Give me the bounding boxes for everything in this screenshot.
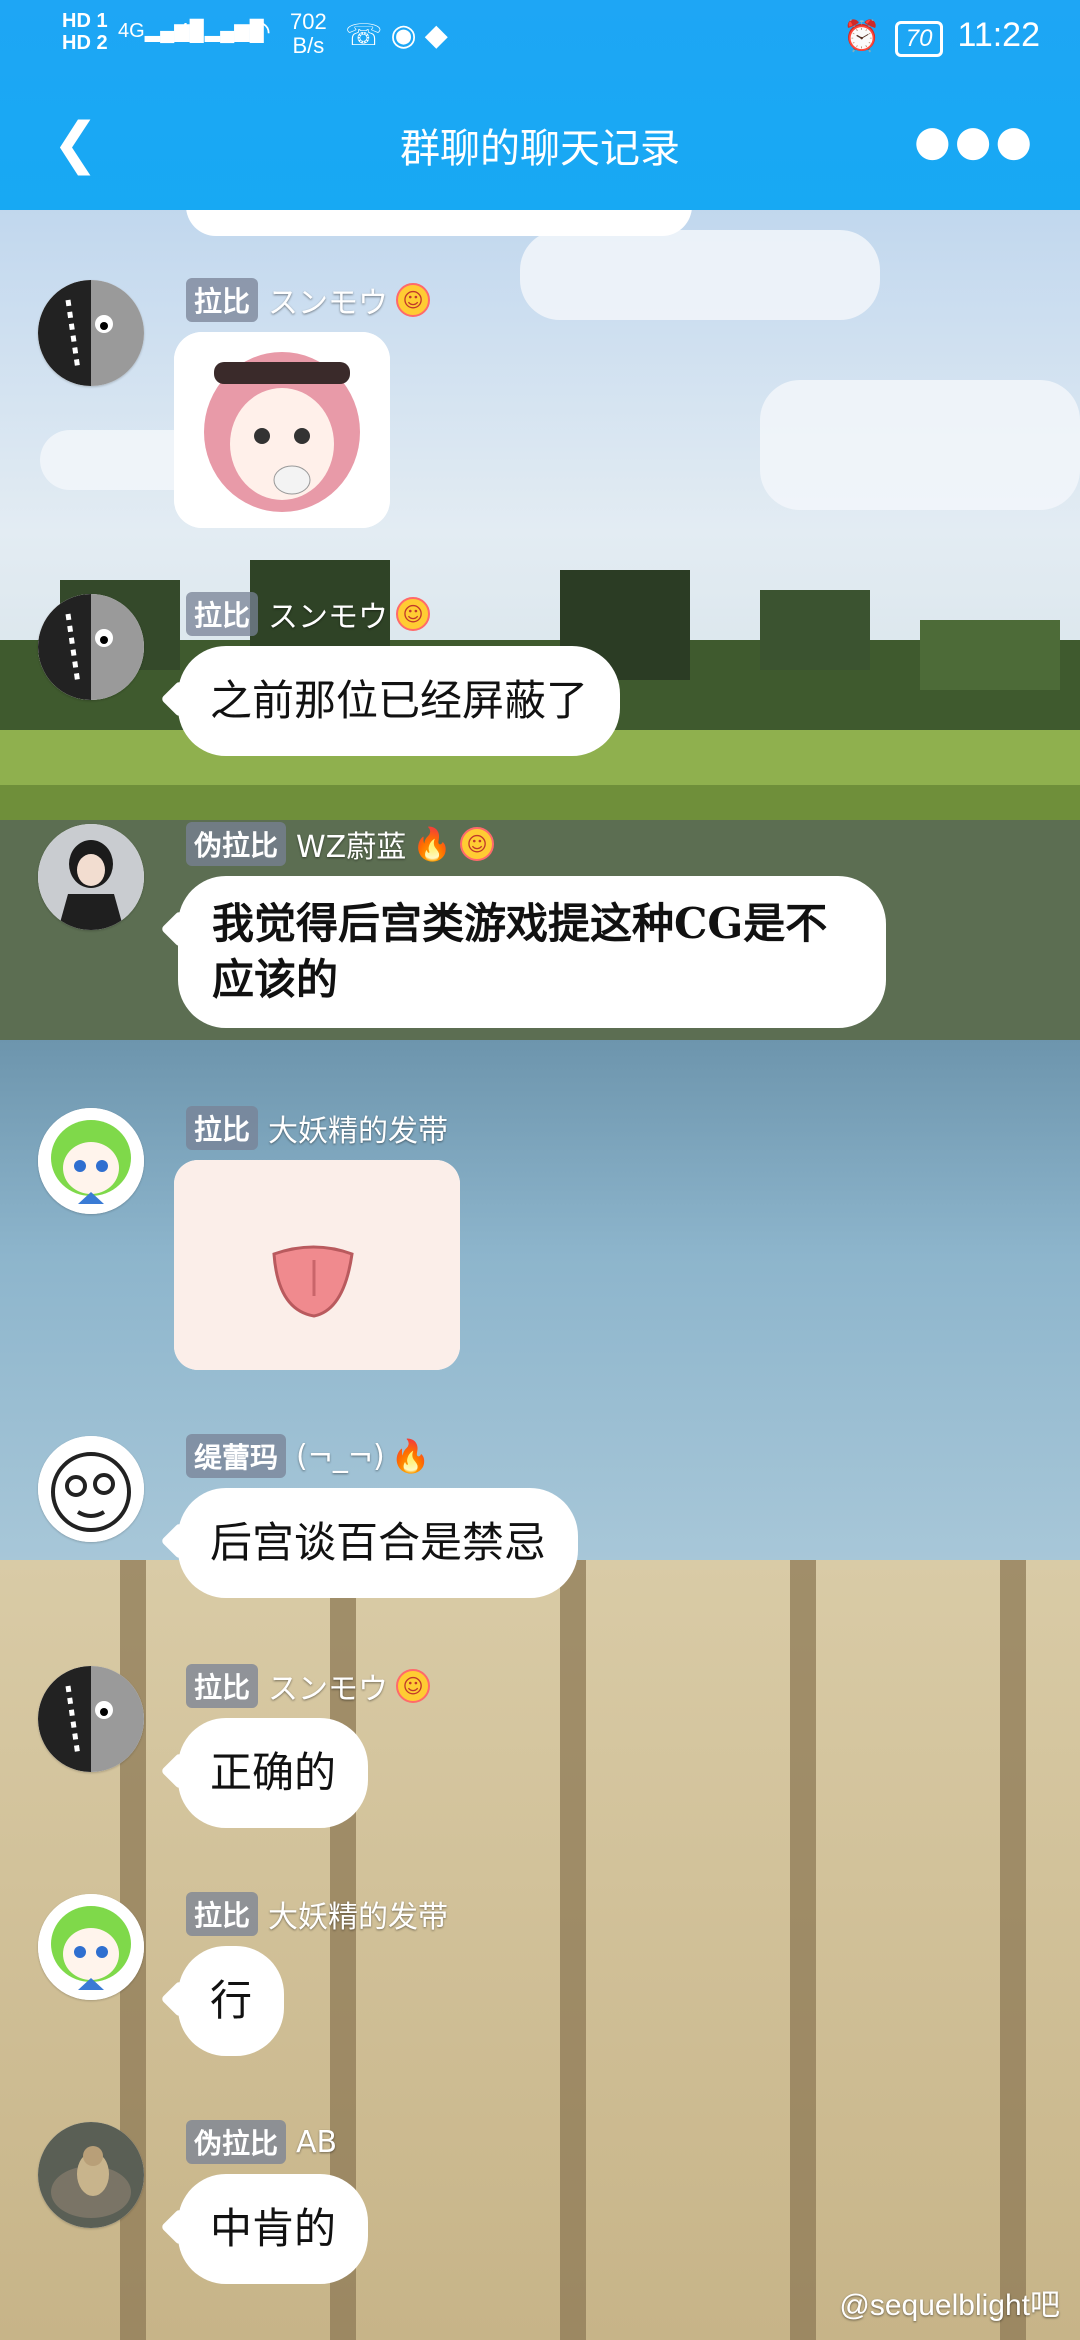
sender-name: スンモウ — [268, 1672, 389, 1707]
title-bar: ❮ 群聊的聊天记录 ●●● — [0, 96, 1080, 196]
watermark: @sequelblight吧 — [839, 2289, 1060, 2322]
emoji-badge-icon: ☺ — [460, 827, 495, 861]
emoji-badge-icon: ☺ — [396, 1669, 431, 1703]
sender-meta: 拉比 スンモウ ☺ — [186, 592, 431, 636]
message-bubble[interactable]: 中肯的 — [178, 2174, 369, 2284]
fire-icon: 🔥 — [412, 825, 453, 863]
sender-name: AB — [296, 2124, 338, 2160]
avatar[interactable] — [38, 1894, 144, 2000]
avatar[interactable] — [38, 2122, 144, 2228]
avatar[interactable] — [38, 280, 144, 386]
status-bar: HD 1 HD 2 4G▂▄▆█ 4G▂▄▆█ ◠ 702 B/s ☏◉◆ ⏰ 7… — [0, 0, 1080, 72]
sender-meta: 拉比 大妖精的发带 — [186, 1106, 449, 1150]
member-tag: 拉比 — [186, 592, 259, 636]
member-tag: 缇蕾玛 — [186, 1434, 287, 1478]
sender-name: スンモウ — [268, 600, 389, 635]
sim2-label: HD 2 — [62, 32, 108, 54]
battery-indicator: 70 — [894, 21, 944, 57]
avatar[interactable] — [38, 594, 144, 700]
emoji-badge-icon: ☺ — [396, 283, 431, 317]
emoji-badge-icon: ☺ — [396, 597, 431, 631]
alarm-icon: ⏰ — [843, 20, 881, 53]
avatar[interactable] — [38, 1108, 144, 1214]
message-line: 我觉得后宫类游戏提这种CG是不 — [212, 899, 828, 948]
clock: 11:22 — [957, 16, 1040, 54]
more-icon[interactable]: ●●● — [914, 116, 1036, 165]
sim1-label: HD 1 — [62, 10, 108, 32]
member-tag: 拉比 — [186, 1892, 259, 1936]
message-bubble[interactable]: 行 — [178, 1946, 285, 2056]
status-right: ⏰ 70 11:22 — [843, 16, 1040, 57]
sticker-tongue[interactable] — [174, 1160, 460, 1370]
missed-call-icon: ☏ — [345, 18, 391, 53]
speed-unit: B/s — [292, 33, 325, 58]
sender-name: WZ蔚蓝 — [296, 830, 407, 865]
sender-meta: 伪拉比 WZ蔚蓝 🔥 ☺ — [186, 822, 495, 866]
message-bubble[interactable]: 我觉得后宫类游戏提这种CG是不 应该的 — [178, 876, 886, 1028]
member-tag: 伪拉比 — [186, 822, 287, 866]
avatar[interactable] — [38, 824, 144, 930]
member-tag: 伪拉比 — [186, 2120, 287, 2164]
sticker-anime-girl[interactable] — [174, 332, 390, 528]
sender-meta: 缇蕾玛 (¬_¬) 🔥 — [186, 1434, 431, 1478]
sender-name: (¬_¬) — [296, 1438, 385, 1474]
lightbulb-icon: ◆ — [424, 18, 456, 53]
sender-meta: 拉比 大妖精的发带 — [186, 1892, 449, 1936]
notification-icons: ☏◉◆ — [345, 18, 456, 53]
sender-meta: 伪拉比 AB — [186, 2120, 338, 2164]
message-bubble[interactable]: 之前那位已经屏蔽了 — [178, 646, 621, 756]
sender-name: 大妖精的发带 — [268, 1900, 449, 1935]
speed-value: 702 — [290, 9, 327, 34]
message-bubble[interactable]: 后宫谈百合是禁忌 — [178, 1488, 579, 1598]
sender-name: 大妖精的发带 — [268, 1114, 449, 1149]
sender-meta: 拉比 スンモウ ☺ — [186, 1664, 431, 1708]
chat-history[interactable]: 拉比 スンモウ ☺ 拉比 スンモウ ☺ 之前那位已经屏蔽了 伪拉比 WZ蔚蓝 🔥… — [0, 200, 1080, 2340]
avatar[interactable] — [38, 1666, 144, 1772]
fire-icon: 🔥 — [390, 1437, 431, 1475]
member-tag: 拉比 — [186, 278, 259, 322]
sender-name: スンモウ — [268, 286, 389, 321]
member-tag: 拉比 — [186, 1106, 259, 1150]
sender-meta: 拉比 スンモウ ☺ — [186, 278, 431, 322]
sim-indicators: HD 1 HD 2 — [62, 10, 108, 54]
app-header: HD 1 HD 2 4G▂▄▆█ 4G▂▄▆█ ◠ 702 B/s ☏◉◆ ⏰ 7… — [0, 0, 1080, 210]
member-tag: 拉比 — [186, 1664, 259, 1708]
message-bubble[interactable]: 正确的 — [178, 1718, 369, 1828]
avatar[interactable] — [38, 1436, 144, 1542]
network-speed: 702 B/s — [290, 10, 327, 58]
message-line: 应该的 — [212, 955, 339, 1004]
wifi-icon: ◠ — [245, 15, 272, 48]
wechat-icon: ◉ — [390, 18, 425, 53]
